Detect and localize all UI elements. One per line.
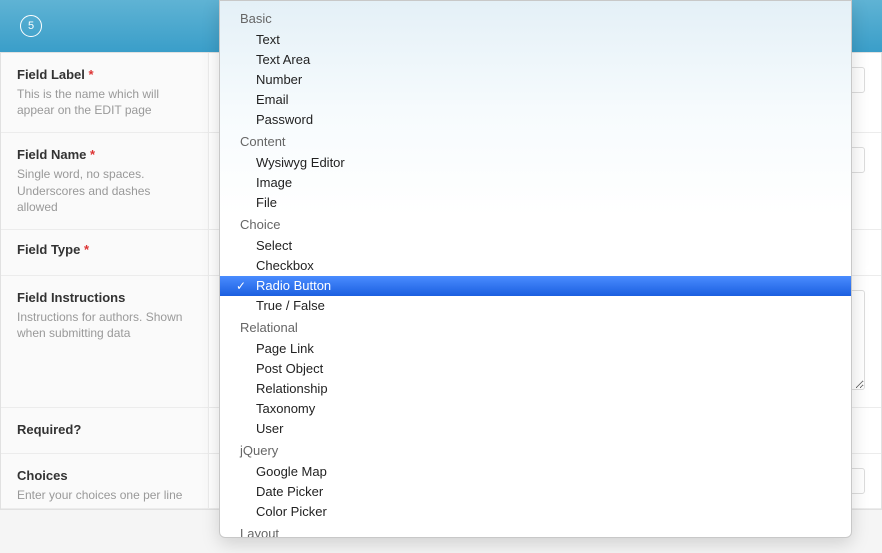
dropdown-option[interactable]: Color Picker	[220, 502, 851, 522]
dropdown-option[interactable]: Taxonomy	[220, 399, 851, 419]
required-star: *	[89, 67, 94, 82]
title-text: Field Type	[17, 242, 80, 257]
optgroup-label: Basic	[220, 7, 851, 30]
label-title: Field Type *	[17, 242, 192, 257]
label-col: Field Label * This is the name which wil…	[1, 53, 209, 132]
dropdown-option[interactable]: Select	[220, 236, 851, 256]
dropdown-option[interactable]: Image	[220, 173, 851, 193]
label-col: Field Instructions Instructions for auth…	[1, 276, 209, 407]
step-number-badge: 5	[20, 15, 42, 37]
dropdown-option[interactable]: Wysiwyg Editor	[220, 153, 851, 173]
dropdown-option[interactable]: Email	[220, 90, 851, 110]
dropdown-option[interactable]: File	[220, 193, 851, 213]
title-text: Field Instructions	[17, 290, 125, 305]
dropdown-option[interactable]: Page Link	[220, 339, 851, 359]
label-desc: This is the name which will appear on th…	[17, 86, 192, 118]
dropdown-option[interactable]: Password	[220, 110, 851, 130]
label-title: Required?	[17, 422, 192, 437]
label-desc: Instructions for authors. Shown when sub…	[17, 309, 192, 341]
dropdown-option[interactable]: True / False	[220, 296, 851, 316]
title-text: Field Label	[17, 67, 85, 82]
label-col: Required?	[1, 408, 209, 453]
optgroup-label: Layout	[220, 522, 851, 538]
optgroup-label: Content	[220, 130, 851, 153]
label-title: Field Name *	[17, 147, 192, 162]
optgroup-label: Relational	[220, 316, 851, 339]
dropdown-option[interactable]: Number	[220, 70, 851, 90]
title-text: Choices	[17, 468, 68, 483]
required-star: *	[90, 147, 95, 162]
title-text: Required?	[17, 422, 81, 437]
required-star: *	[84, 242, 89, 257]
label-desc: Single word, no spaces. Underscores and …	[17, 166, 192, 215]
dropdown-option[interactable]: Google Map	[220, 462, 851, 482]
dropdown-option[interactable]: Text	[220, 30, 851, 50]
dropdown-option[interactable]: Text Area	[220, 50, 851, 70]
dropdown-option[interactable]: Post Object	[220, 359, 851, 379]
dropdown-option[interactable]: Checkbox	[220, 256, 851, 276]
field-type-dropdown[interactable]: BasicTextText AreaNumberEmailPasswordCon…	[219, 0, 852, 538]
dropdown-option[interactable]: Radio Button	[220, 276, 851, 296]
title-text: Field Name	[17, 147, 86, 162]
dropdown-option[interactable]: Relationship	[220, 379, 851, 399]
label-col: Field Type *	[1, 230, 209, 275]
optgroup-label: jQuery	[220, 439, 851, 462]
label-desc: Enter your choices one per line	[17, 487, 192, 503]
step-number: 5	[28, 20, 34, 32]
dropdown-option[interactable]: Date Picker	[220, 482, 851, 502]
label-title: Field Instructions	[17, 290, 192, 305]
dropdown-option[interactable]: User	[220, 419, 851, 439]
label-title: Choices	[17, 468, 192, 483]
label-col: Field Name * Single word, no spaces. Und…	[1, 133, 209, 229]
optgroup-label: Choice	[220, 213, 851, 236]
label-title: Field Label *	[17, 67, 192, 82]
label-col: Choices Enter your choices one per line	[1, 454, 209, 508]
